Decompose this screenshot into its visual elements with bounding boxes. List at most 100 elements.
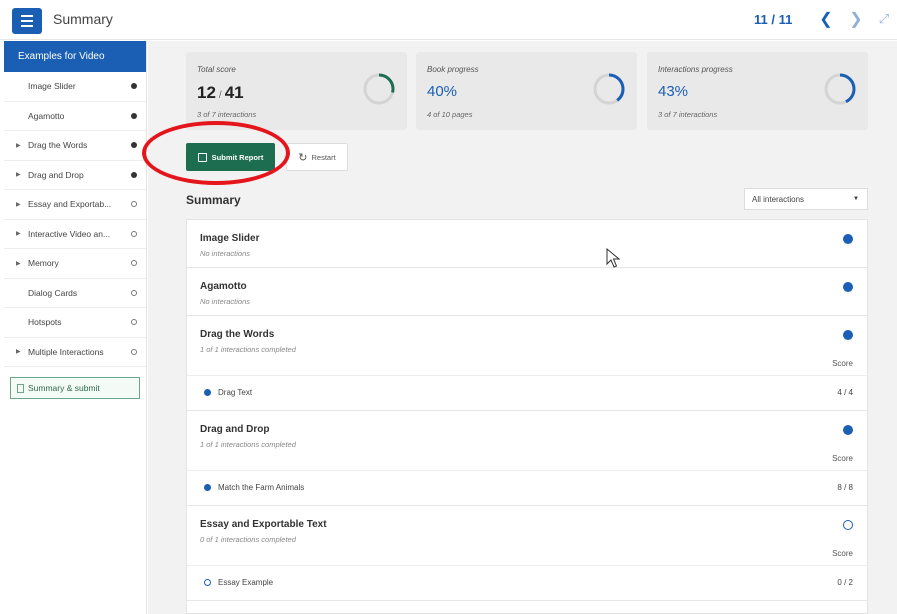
interaction-score: 0 / 2: [837, 578, 853, 587]
mouse-cursor-icon: [606, 248, 620, 268]
highlight-annotation: [142, 121, 290, 185]
status-dot-icon: [131, 348, 137, 355]
status-dot-icon: [131, 260, 137, 267]
sidebar: Examples for Video Image Slider Agamotto ▶…: [4, 41, 147, 614]
card-subtext: 3 of 7 interactions: [658, 110, 718, 119]
status-dot-icon: [843, 234, 853, 244]
entry-subtext: 1 of 1 interactions completed: [200, 440, 296, 449]
card-label: Book progress: [427, 65, 479, 74]
page-counter: 11 / 11: [754, 12, 793, 27]
sidebar-item-label: Summary & submit: [28, 383, 100, 393]
book-progress-value: 40%: [427, 83, 458, 100]
book-progress-card: Book progress 40% 4 of 10 pages: [416, 52, 637, 130]
status-dot-icon: [131, 319, 137, 326]
sidebar-item[interactable]: ▶ Interactive Video an...: [4, 220, 146, 249]
total-score-ring: [363, 73, 395, 105]
restart-icon: ↻: [298, 151, 308, 164]
restart-button[interactable]: ↻ Restart: [286, 143, 348, 171]
sidebar-item[interactable]: ▶ Multiple Interactions: [4, 338, 146, 367]
book-progress-ring: [593, 73, 625, 105]
status-dot-icon: [131, 289, 137, 296]
summary-list: Image Slider No interactions Agamotto No in…: [186, 219, 868, 614]
entry-title: Image Slider: [200, 233, 260, 244]
interaction-label: Match the Farm Animals: [218, 483, 305, 492]
status-dot-icon: [843, 330, 853, 340]
caret-right-icon[interactable]: ▶: [16, 142, 21, 149]
interactions-progress-card: Interactions progress 43% 3 of 7 interac…: [647, 52, 868, 130]
status-dot-icon: [204, 484, 211, 491]
sidebar-item-label: Essay and Exportab...: [28, 199, 112, 210]
caret-down-icon: ▼: [853, 196, 859, 202]
entry-title: Agamotto: [200, 281, 247, 292]
sidebar-item-summary-submit[interactable]: Summary & submit: [10, 377, 140, 399]
interactions-filter-select[interactable]: All interactions ▼: [744, 188, 868, 210]
summary-entry: Drag the Words 1 of 1 interactions comple…: [187, 316, 867, 411]
top-bar: Summary 11 / 11 ❮ ❯ ⤢: [0, 0, 897, 40]
sidebar-item[interactable]: ▶ Essay and Exportab...: [4, 190, 146, 220]
hamburger-icon: [21, 15, 33, 17]
status-dot-icon: [131, 230, 137, 237]
caret-right-icon[interactable]: ▶: [16, 348, 21, 355]
sidebar-item[interactable]: Image Slider: [4, 72, 146, 102]
sidebar-item-label: Interactive Video an...: [28, 228, 111, 239]
status-dot-icon: [843, 520, 853, 530]
sidebar-item-label: Memory: [28, 258, 59, 269]
card-subtext: 4 of 10 pages: [427, 110, 473, 119]
sidebar-header[interactable]: Examples for Video: [4, 41, 146, 72]
interactions-progress-ring: [824, 73, 856, 105]
sidebar-item[interactable]: ▶ Drag the Words: [4, 131, 146, 161]
app-window: Summary 11 / 11 ❮ ❯ ⤢ Examples for Video…: [0, 0, 897, 614]
fullscreen-icon[interactable]: ⤢: [874, 8, 894, 30]
interaction-row[interactable]: Drag Text 4 / 4: [187, 375, 867, 409]
sidebar-item-label: Dialog Cards: [28, 287, 78, 298]
status-dot-icon: [131, 112, 137, 119]
summary-entry: Essay and Exportable Text 0 of 1 interact…: [187, 506, 867, 601]
sidebar-item[interactable]: ▶ Drag and Drop: [4, 161, 146, 190]
status-dot-icon: [131, 142, 137, 149]
sidebar-item-label: Agamotto: [28, 110, 65, 121]
status-dot-icon: [131, 171, 137, 178]
interaction-row[interactable]: Match the Farm Animals 8 / 8: [187, 470, 867, 504]
entry-title: Drag the Words: [200, 329, 275, 340]
total-score-value: 12/41: [197, 83, 244, 102]
score-label: Score: [832, 549, 853, 558]
sidebar-item-label: Image Slider: [28, 81, 76, 92]
sidebar-item[interactable]: Hotspots: [4, 308, 146, 338]
chevron-right-icon[interactable]: ❯: [846, 8, 866, 30]
score-label: Score: [832, 359, 853, 368]
summary-entry: Drag and Drop 1 of 1 interactions complet…: [187, 411, 867, 506]
summary-heading: Summary: [186, 193, 241, 207]
score-label: Score: [832, 454, 853, 463]
sidebar-item[interactable]: Agamotto: [4, 102, 146, 131]
interaction-label: Drag Text: [218, 388, 253, 397]
sidebar-item-label: Hotspots: [28, 317, 62, 328]
status-dot-icon: [843, 425, 853, 435]
caret-right-icon[interactable]: ▶: [16, 171, 21, 178]
status-dot-icon: [131, 201, 137, 208]
sidebar-item-label: Drag and Drop: [28, 169, 84, 180]
summary-entry: Agamotto No interactions: [187, 268, 867, 316]
page-title: Summary: [53, 11, 113, 27]
interaction-label: Essay Example: [218, 578, 274, 587]
interaction-row[interactable]: Essay Example 0 / 2: [187, 565, 867, 599]
interactions-progress-value: 43%: [658, 83, 689, 100]
summary-entry: Image Slider No interactions: [187, 220, 867, 268]
caret-right-icon[interactable]: ▶: [16, 230, 21, 237]
caret-right-icon[interactable]: ▶: [16, 260, 21, 267]
main-content: Total score 12/41 3 of 7 interactions Bo…: [142, 41, 897, 614]
interaction-score: 8 / 8: [837, 483, 853, 492]
sidebar-item-label: Drag the Words: [28, 140, 88, 151]
entry-subtext: 1 of 1 interactions completed: [200, 345, 296, 354]
caret-right-icon[interactable]: ▶: [16, 201, 21, 208]
entry-subtext: No interactions: [200, 297, 251, 306]
card-subtext: 3 of 7 interactions: [197, 110, 257, 119]
sidebar-item[interactable]: Dialog Cards: [4, 279, 146, 308]
status-dot-icon: [131, 83, 137, 90]
menu-button[interactable]: [12, 8, 42, 34]
chevron-left-icon[interactable]: ❮: [816, 8, 836, 30]
card-label: Total score: [197, 65, 236, 74]
status-dot-icon: [204, 579, 211, 586]
status-dot-icon: [204, 389, 211, 396]
sidebar-item[interactable]: ▶ Memory: [4, 249, 146, 279]
status-dot-icon: [843, 282, 853, 292]
